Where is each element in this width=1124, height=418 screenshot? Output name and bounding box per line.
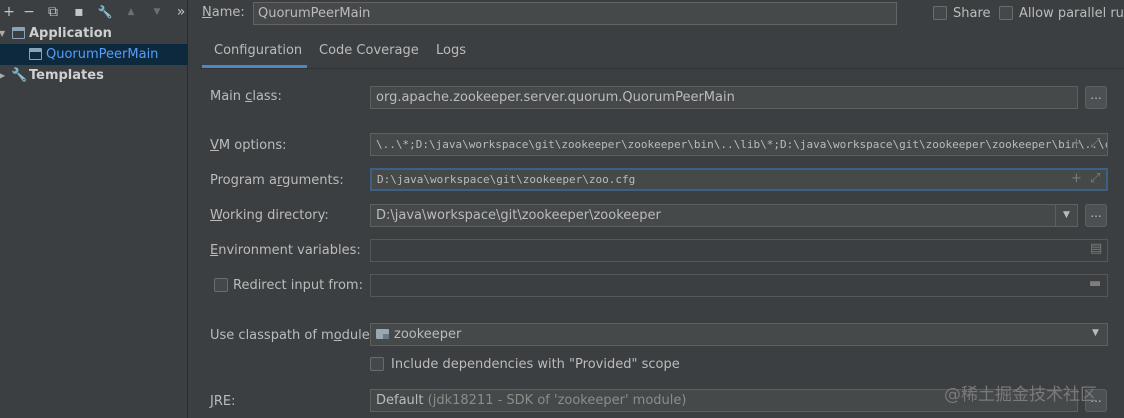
name-input[interactable]: QuorumPeerMain: [253, 2, 897, 25]
share-label: Share: [953, 6, 991, 21]
application-icon: [12, 27, 25, 39]
remove-icon[interactable]: −: [20, 2, 38, 22]
chevron-right-icon[interactable]: ▶: [0, 65, 5, 86]
application-icon: [29, 48, 42, 60]
redirect-input-field[interactable]: [370, 274, 1108, 297]
folder-icon[interactable]: ▬: [1089, 276, 1101, 291]
jre-label: JRE:: [210, 394, 236, 409]
vm-options-input[interactable]: \..\*;D:\java\workspace\git\zookeeper\zo…: [370, 133, 1108, 156]
more-icon[interactable]: »: [172, 2, 190, 22]
copy-icon[interactable]: ⧉: [44, 2, 62, 22]
jre-value: Default: [376, 393, 424, 408]
include-dependencies-label: Include dependencies with "Provided" sco…: [391, 357, 680, 372]
module-folder-icon: [376, 329, 389, 339]
wrench-icon[interactable]: 🔧: [96, 2, 114, 22]
expand-plus-icon[interactable]: +: [1071, 171, 1082, 186]
main-class-label: Main class:: [210, 89, 282, 104]
vm-options-value: \..\*;D:\java\workspace\git\zookeeper\zo…: [376, 138, 1108, 151]
environment-variables-label: Environment variables:: [210, 243, 361, 258]
chevron-down-icon[interactable]: ▼: [1092, 328, 1099, 338]
wrench-icon: 🔧: [11, 68, 28, 83]
share-checkbox[interactable]: [933, 6, 947, 20]
chevron-down-icon[interactable]: ▼: [1055, 205, 1077, 226]
move-up-icon[interactable]: ▲: [122, 2, 140, 22]
classpath-module-combo[interactable]: zookeeper: [370, 323, 1108, 346]
working-directory-browse-button[interactable]: ...: [1085, 204, 1107, 227]
classpath-module-label: Use classpath of module:: [210, 328, 375, 343]
tab-configuration[interactable]: Configuration: [214, 43, 302, 65]
program-arguments-label: Program arguments:: [210, 173, 344, 188]
tree-item-templates[interactable]: ▶ 🔧 Templates: [0, 65, 188, 86]
watermark: @稀土掘金技术社区: [944, 385, 1097, 405]
tree-item-label: Templates: [29, 68, 104, 83]
allow-parallel-run-checkbox[interactable]: [999, 6, 1013, 20]
working-directory-combo[interactable]: D:\java\workspace\git\zookeeper\zookeepe…: [370, 204, 1078, 227]
configurations-toolbar: + − ⧉ ▪ 🔧 ▲ ▼ »: [0, 0, 188, 24]
main-class-input[interactable]: org.apache.zookeeper.server.quorum.Quoru…: [370, 86, 1078, 109]
tab-code-coverage[interactable]: Code Coverage: [319, 43, 419, 65]
include-dependencies-checkbox[interactable]: [370, 357, 384, 371]
working-directory-label: Working directory:: [210, 208, 329, 223]
working-directory-value: D:\java\workspace\git\zookeeper\zookeepe…: [376, 208, 661, 223]
move-down-icon[interactable]: ▼: [148, 2, 166, 22]
chevron-down-icon[interactable]: ▼: [0, 23, 5, 44]
expand-arrows-icon[interactable]: ⤢: [1090, 136, 1100, 151]
add-icon[interactable]: +: [0, 2, 18, 22]
program-arguments-input[interactable]: D:\java\workspace\git\zookeeper\zoo.cfg: [370, 168, 1108, 191]
vm-options-label: VM options:: [210, 138, 287, 153]
redirect-input-checkbox[interactable]: [214, 278, 228, 292]
main-class-browse-button[interactable]: ...: [1085, 86, 1107, 109]
tree-item-application[interactable]: ▼ Application: [0, 23, 188, 44]
tab-logs[interactable]: Logs: [436, 43, 466, 65]
configurations-panel: + − ⧉ ▪ 🔧 ▲ ▼ » ▼ Application QuorumPeer…: [0, 0, 188, 418]
expand-arrows-icon[interactable]: ⤢: [1090, 171, 1100, 186]
expand-plus-icon[interactable]: +: [1071, 136, 1082, 151]
allow-parallel-run-label: Allow parallel run: [1019, 6, 1124, 21]
tree-item-label: Application: [29, 26, 112, 41]
environment-variables-input[interactable]: [370, 239, 1108, 262]
jre-detail: (jdk18211 - SDK of 'zookeeper' module): [427, 393, 687, 408]
classpath-module-value: zookeeper: [394, 327, 462, 342]
save-icon[interactable]: ▪: [70, 2, 88, 22]
redirect-input-label: Redirect input from:: [233, 278, 363, 293]
tree-item-quorumpeermain[interactable]: QuorumPeerMain: [0, 44, 188, 65]
name-label: Name:: [202, 5, 245, 20]
tree-item-label: QuorumPeerMain: [46, 47, 159, 62]
edit-list-icon[interactable]: ▤: [1090, 241, 1102, 256]
